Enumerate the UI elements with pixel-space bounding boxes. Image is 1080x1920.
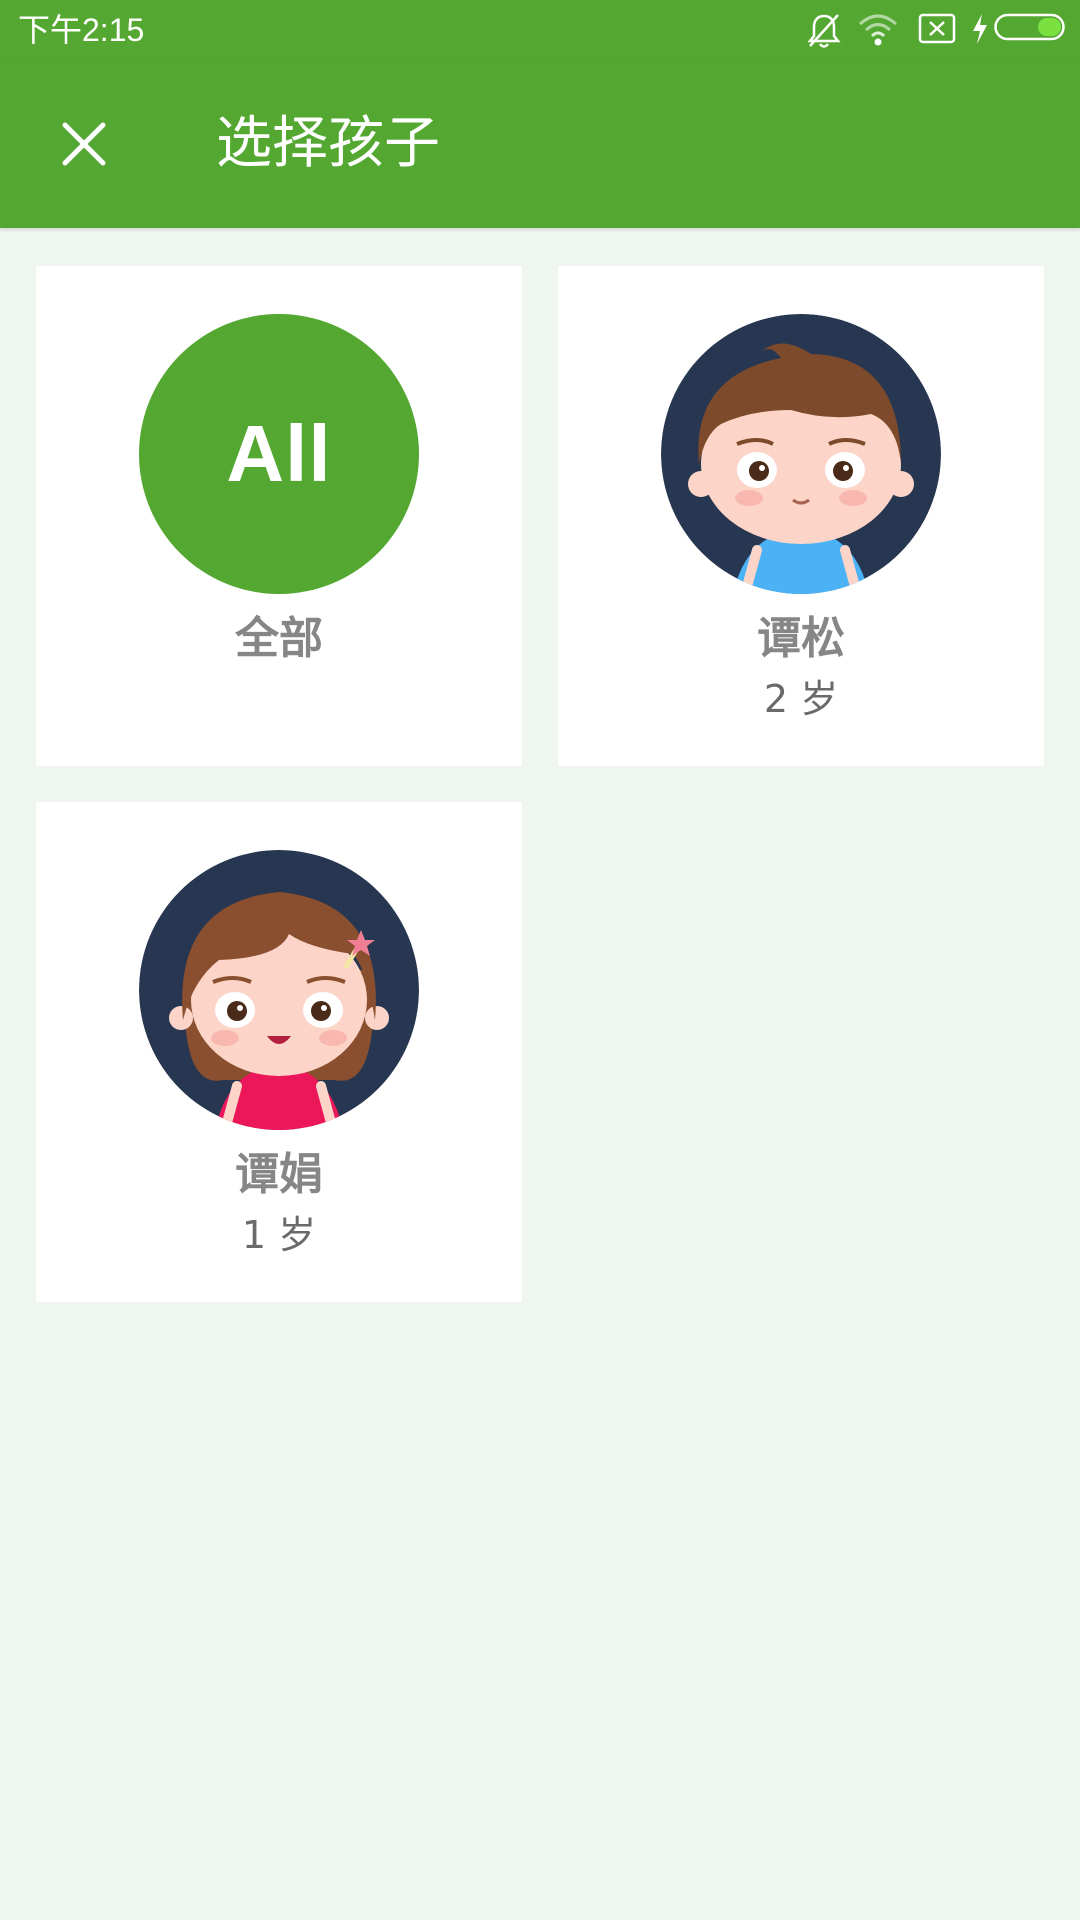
wifi-icon (859, 14, 897, 46)
avatar-all: All (139, 314, 419, 594)
app-bar: 选择孩子 (0, 62, 1080, 228)
child-age: 1 岁 (241, 1213, 317, 1257)
page-title: 选择孩子 (216, 111, 440, 176)
child-card-tanjuan[interactable]: 谭娟 1 岁 (36, 802, 522, 1302)
close-button[interactable] (40, 104, 128, 184)
child-name: 全部 (235, 613, 323, 664)
charging-icon (973, 14, 987, 44)
bell-off-icon (807, 14, 841, 48)
child-name: 谭娟 (235, 1149, 323, 1200)
status-time: 下午2:15 (18, 12, 145, 48)
status-icons (806, 12, 1066, 50)
child-card-all[interactable]: All 全部 (36, 266, 522, 766)
close-icon (62, 122, 106, 166)
avatar-all-text: All (226, 409, 332, 498)
battery-icon (994, 13, 1065, 41)
child-age: 2 岁 (763, 677, 839, 721)
status-bar: 下午2:15 (0, 0, 1080, 62)
child-name: 谭松 (757, 613, 845, 664)
boy-avatar-icon (661, 314, 941, 594)
child-card-tansong[interactable]: 谭松 2 岁 (558, 266, 1044, 766)
no-sim-icon (918, 13, 956, 44)
girl-avatar-icon (139, 850, 419, 1130)
